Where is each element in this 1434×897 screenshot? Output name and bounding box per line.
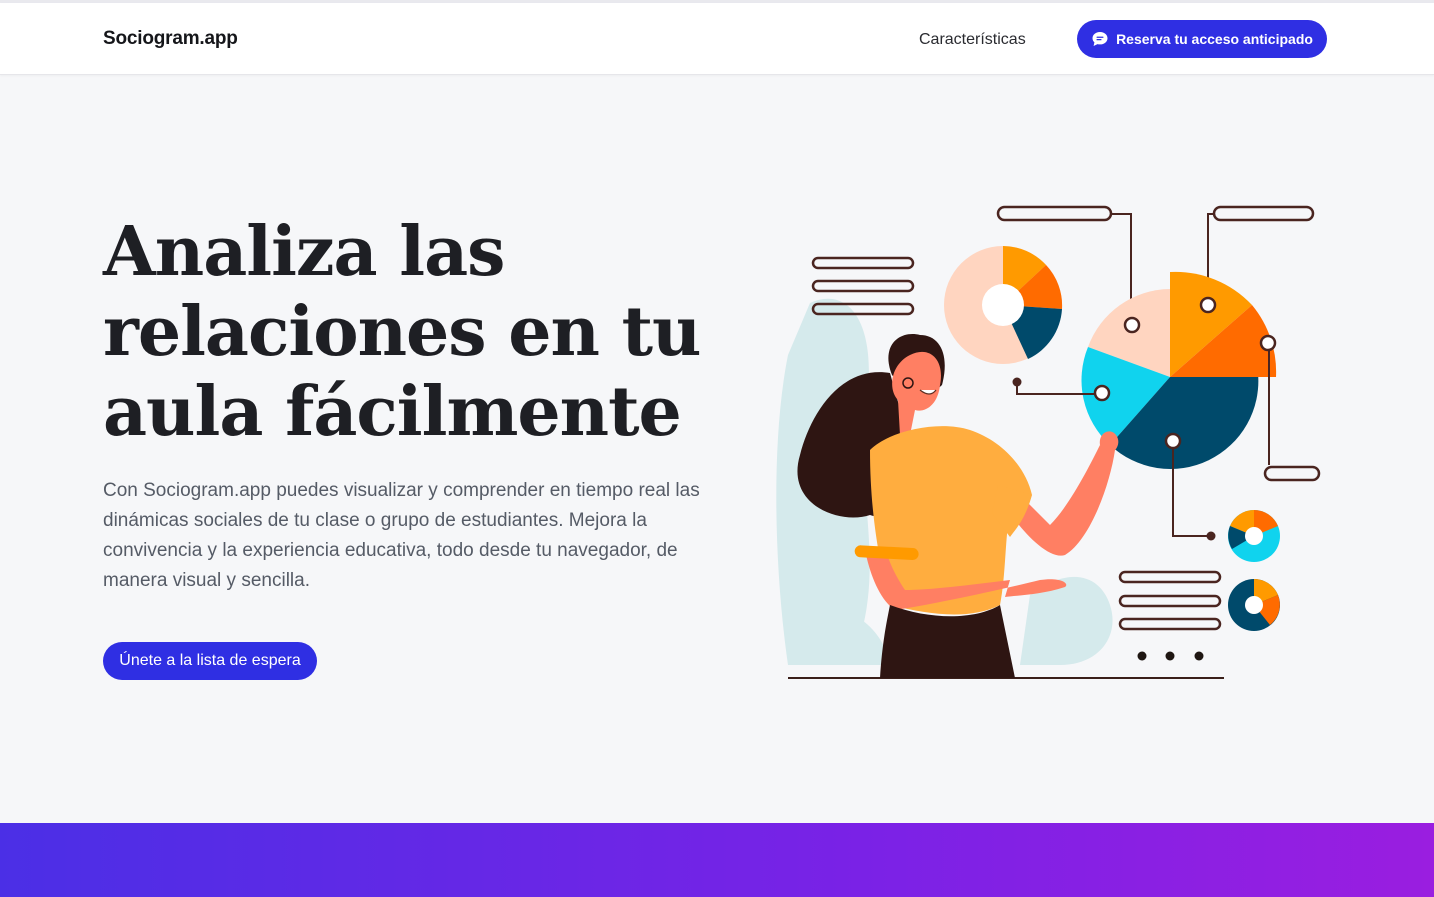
early-access-label: Reserva tu acceso anticipado: [1116, 31, 1313, 47]
hero-description: Con Sociogram.app puedes visualizar y co…: [103, 480, 700, 591]
hero-illustration: [776, 205, 1321, 679]
gradient-footer-band: [0, 823, 1434, 897]
hero-title: Analiza las relaciones en tu aula fácilm…: [103, 212, 701, 452]
brand-logo[interactable]: Sociogram.app: [103, 28, 238, 50]
chat-bubble-icon: [1092, 32, 1108, 46]
join-waitlist-button[interactable]: Únete a la lista de espera: [103, 642, 317, 680]
site-header: Sociogram.app Características Reserva tu…: [0, 3, 1434, 75]
nav-link-features[interactable]: Características: [919, 31, 1026, 49]
early-access-button[interactable]: Reserva tu acceso anticipado: [1077, 20, 1327, 58]
